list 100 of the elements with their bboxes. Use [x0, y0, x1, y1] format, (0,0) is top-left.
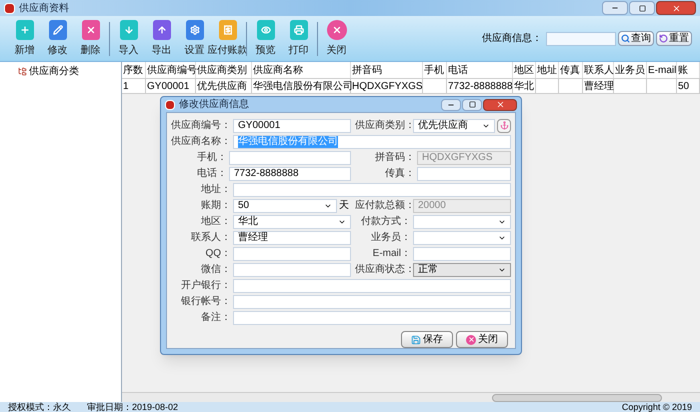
field-label: 地区：	[200, 214, 232, 229]
input-field[interactable]: GY00001	[233, 118, 351, 132]
unit-label: 天	[338, 199, 350, 213]
maximize-button[interactable]	[462, 98, 482, 110]
save-icon	[411, 334, 421, 344]
table-cell: 优先供应商	[196, 79, 252, 93]
column-header[interactable]: 供应商编号	[146, 62, 196, 78]
field-label: 供应商编号：	[171, 118, 232, 133]
field-label: 应付款总额：	[355, 198, 413, 213]
save-button[interactable]: 保存	[401, 331, 453, 348]
field-label: E-mail：	[372, 247, 412, 261]
column-header[interactable]: 供应商类别	[196, 62, 252, 78]
input-field[interactable]	[413, 246, 511, 260]
toolbar-button[interactable]: 修改	[42, 20, 74, 58]
minimize-button[interactable]	[441, 98, 461, 110]
dropdown-field[interactable]: 优先供应商	[413, 118, 495, 132]
toolbar-button[interactable]: 导入	[112, 20, 144, 58]
input-field[interactable]	[233, 278, 511, 292]
field-label: 电话：	[196, 166, 228, 181]
input-field[interactable]: 7732-8888888	[229, 166, 351, 180]
table-cell: 华北	[513, 79, 536, 93]
column-header[interactable]: 供应商名称	[252, 62, 351, 78]
close-button[interactable]: 关闭	[456, 331, 508, 348]
window-title: 供应商资料	[19, 2, 69, 16]
status-text: 审批日期：2019-08-02	[87, 403, 178, 412]
toolbar-button[interactable]: 打印	[282, 20, 314, 58]
table-cell: 曹经理	[583, 79, 614, 93]
field-label: 微信：	[200, 263, 232, 277]
close-button[interactable]	[656, 1, 696, 15]
search-button[interactable]: 查询	[618, 31, 654, 46]
column-header[interactable]: 传真	[559, 62, 583, 78]
search-label: 供应商信息：	[482, 32, 542, 46]
status-text: Copyright © 2019	[622, 403, 692, 412]
dialog-logo-icon	[165, 100, 175, 110]
dropdown-field[interactable]	[413, 230, 511, 244]
column-header[interactable]: 业务员	[614, 62, 647, 78]
field-label: 联系人：	[190, 230, 232, 245]
field-label: 业务员：	[370, 230, 412, 245]
reset-button[interactable]: 重置	[656, 31, 692, 46]
reset-icon	[659, 34, 668, 43]
column-header[interactable]: 地区	[513, 62, 536, 78]
column-header[interactable]: 账	[677, 62, 700, 78]
column-header[interactable]: 电话	[447, 62, 513, 78]
field-label: 手机：	[196, 150, 228, 165]
anchor-icon	[500, 121, 508, 130]
input-field[interactable]	[233, 182, 511, 196]
close-icon	[672, 4, 680, 12]
toolbar-button[interactable]: 删除	[74, 20, 106, 58]
field-label: 付款方式：	[360, 214, 412, 229]
table-cell: HQDXGFYXGS	[351, 79, 423, 93]
input-field[interactable]	[417, 166, 511, 180]
close-icon	[466, 334, 476, 344]
field-label: 银行帐号：	[180, 294, 232, 309]
field-label: 传真：	[384, 166, 416, 181]
column-header[interactable]: 手机	[423, 62, 447, 78]
dropdown-field[interactable]: 50	[233, 198, 337, 212]
input-field[interactable]	[233, 262, 351, 276]
table-cell: 50	[677, 79, 700, 93]
tree-icon	[18, 67, 27, 76]
search-icon	[621, 34, 630, 43]
field-label: 供应商类别：	[355, 118, 413, 133]
table-cell: GY00001	[146, 79, 196, 93]
field-label: 地址：	[200, 182, 232, 197]
input-field[interactable]	[233, 246, 351, 260]
toolbar-button[interactable]: 预览	[250, 20, 282, 58]
close-button[interactable]	[483, 98, 517, 110]
table-cell: 华强电信股份有限公司	[252, 79, 351, 93]
column-header[interactable]: 联系人	[583, 62, 614, 78]
field-label: QQ：	[204, 247, 232, 261]
input-field[interactable]	[233, 294, 511, 308]
anchor-button[interactable]	[497, 118, 511, 132]
input-field[interactable]: 曹经理	[233, 230, 351, 244]
column-header[interactable]: 拼音码	[351, 62, 423, 78]
dropdown-field[interactable]	[413, 214, 511, 228]
app-logo-icon	[4, 2, 15, 14]
maximize-button[interactable]	[629, 1, 655, 15]
dropdown-field[interactable]: 正常	[413, 262, 511, 276]
field-label: 账期：	[200, 198, 232, 213]
toolbar-button[interactable]: 关闭	[320, 20, 352, 58]
column-header[interactable]: 序数	[122, 62, 146, 78]
column-header[interactable]: 地址	[536, 62, 559, 78]
toolbar-button[interactable]: 新增	[8, 20, 40, 58]
toolbar-button[interactable]: 导出	[146, 20, 178, 58]
input-field[interactable]	[233, 310, 511, 324]
dialog-title: 修改供应商信息	[179, 98, 249, 112]
maximize-icon	[638, 4, 646, 12]
input-field[interactable]	[229, 150, 351, 164]
tree-item[interactable]: 供应商分类	[18, 64, 121, 79]
status-text: 授权模式：永久	[8, 403, 71, 412]
dropdown-field[interactable]: 华北	[233, 214, 351, 228]
horizontal-scrollbar[interactable]	[122, 392, 700, 402]
field-label: 开户银行：	[180, 278, 232, 293]
maximize-icon	[468, 101, 476, 108]
field-label: 供应商名称：	[171, 134, 232, 149]
field-label: 备注：	[200, 310, 232, 325]
table-cell: 7732-8888888	[447, 79, 513, 93]
field-label: 供应商状态：	[355, 262, 413, 277]
search-field[interactable]	[546, 32, 616, 46]
column-header[interactable]: E-mail	[647, 62, 677, 78]
field-label: 拼音码：	[374, 150, 416, 165]
